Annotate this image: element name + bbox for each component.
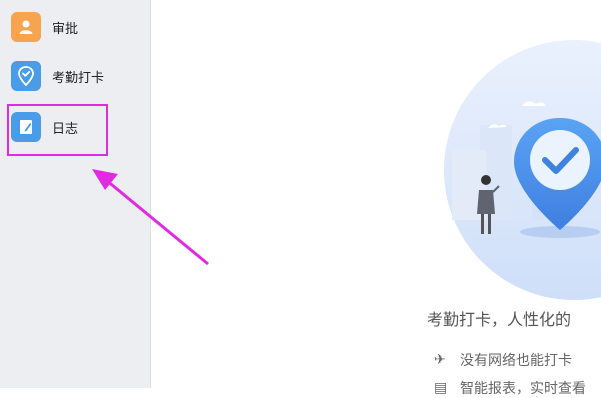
sidebar-item-approval[interactable]: 审批 (0, 4, 151, 50)
sidebar: 审批 考勤打卡 日志 (0, 0, 151, 388)
main-panel: 考勤打卡，人性化的 ✈ 没有网络也能打卡 ▤ 智能报表，实时查看 (152, 0, 601, 397)
feature-smart-report: ▤ 智能报表，实时查看 (434, 378, 586, 398)
feature-text: 没有网络也能打卡 (460, 353, 572, 369)
approval-person-icon (11, 12, 41, 42)
highlight-box (7, 104, 108, 156)
sidebar-item-label: 审批 (52, 21, 79, 37)
hero-title: 考勤打卡，人性化的 (427, 310, 572, 329)
airplane-icon: ✈ (434, 352, 446, 368)
location-pin-check-icon (11, 61, 41, 91)
sidebar-item-label: 考勤打卡 (52, 70, 105, 86)
sidebar-item-attendance[interactable]: 考勤打卡 (0, 53, 151, 99)
feature-offline-clock-in: ✈ 没有网络也能打卡 (434, 350, 572, 370)
attendance-illustration (444, 40, 601, 300)
report-icon: ▤ (434, 380, 448, 396)
feature-text: 智能报表，实时查看 (460, 381, 586, 397)
